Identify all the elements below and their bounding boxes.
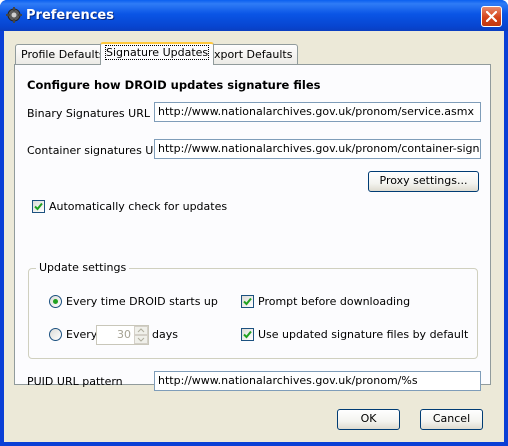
- signature-updates-panel: Configure how DROID updates signature fi…: [14, 64, 491, 391]
- container-url-field[interactable]: http://www.nationalarchives.gov.uk/prono…: [154, 139, 481, 159]
- cancel-button[interactable]: Cancel: [420, 409, 483, 430]
- tab-label: Profile Defaults: [21, 48, 105, 61]
- binary-url-label: Binary Signatures URL: [27, 107, 150, 120]
- puid-label: PUID URL pattern: [27, 375, 123, 388]
- every-label: Every: [66, 328, 98, 341]
- window-title: Preferences: [26, 8, 114, 23]
- every-startup-radio[interactable]: [49, 295, 62, 308]
- tab-export-defaults[interactable]: Export Defaults: [201, 44, 299, 64]
- checkmark-icon: [34, 202, 43, 211]
- binary-url-field[interactable]: http://www.nationalarchives.gov.uk/prono…: [154, 102, 481, 122]
- panel-heading: Configure how DROID updates signature fi…: [27, 78, 321, 92]
- dialog-body: Profile Defaults Signature Updates Expor…: [4, 31, 504, 442]
- update-settings-title: Update settings: [36, 261, 130, 274]
- days-label: days: [152, 328, 178, 341]
- close-icon: [486, 11, 497, 22]
- tab-signature-updates[interactable]: Signature Updates: [100, 42, 215, 65]
- container-url-label: Container signatures URL: [27, 144, 168, 157]
- spin-up-icon[interactable]: [134, 326, 148, 335]
- tab-label: Export Defaults: [207, 48, 293, 61]
- ok-button[interactable]: OK: [337, 409, 400, 430]
- close-button[interactable]: [481, 6, 502, 27]
- update-settings-group: [28, 268, 478, 359]
- days-value: 30: [117, 328, 131, 341]
- days-spinner[interactable]: 30: [96, 325, 149, 345]
- title-bar[interactable]: Preferences: [0, 0, 508, 31]
- puid-field[interactable]: http://www.nationalarchives.gov.uk/prono…: [154, 371, 481, 391]
- spinner-arrows[interactable]: [134, 326, 148, 344]
- checkmark-icon: [243, 330, 252, 339]
- use-default-label: Use updated signature files by default: [258, 328, 469, 341]
- every-startup-label: Every time DROID starts up: [66, 295, 218, 308]
- proxy-settings-button[interactable]: Proxy settings...: [368, 171, 479, 192]
- use-default-checkbox[interactable]: [241, 328, 254, 341]
- tab-profile-defaults[interactable]: Profile Defaults: [15, 44, 111, 64]
- preferences-window: Preferences Profile Defaults Signature U…: [0, 0, 508, 446]
- prompt-label: Prompt before downloading: [258, 295, 411, 308]
- every-days-radio[interactable]: [49, 328, 62, 341]
- prompt-checkbox[interactable]: [241, 295, 254, 308]
- radio-selected-dot: [53, 299, 58, 304]
- gear-icon: [6, 7, 22, 23]
- spin-down-icon[interactable]: [134, 335, 148, 344]
- auto-check-checkbox[interactable]: [32, 200, 45, 213]
- auto-check-label: Automatically check for updates: [49, 200, 228, 213]
- tab-label: Signature Updates: [104, 45, 210, 60]
- checkmark-icon: [243, 297, 252, 306]
